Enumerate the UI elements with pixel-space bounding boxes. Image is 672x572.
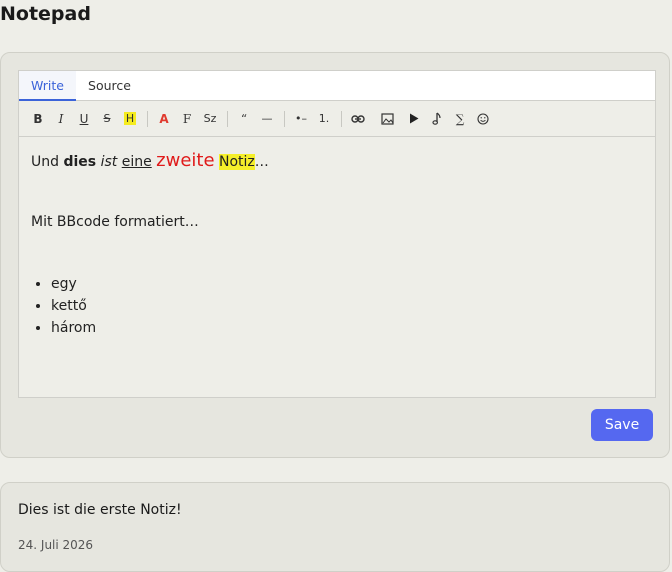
link-icon [351, 114, 365, 123]
list-item: kettő [51, 295, 643, 317]
image-icon [380, 112, 394, 125]
list-item: három [51, 317, 643, 339]
image-button[interactable] [376, 108, 398, 130]
music-note-icon [432, 112, 441, 125]
play-icon [410, 113, 419, 124]
editor-content[interactable]: Und dies ist eine zweite Notiz… Mit BBco… [19, 137, 655, 353]
text-color-button[interactable]: A [153, 108, 175, 130]
formula-button[interactable]: ∑ [449, 108, 471, 130]
formatting-toolbar: B I U S H A F Sz “ — •– 1. ∑ [19, 101, 655, 137]
video-button[interactable] [403, 108, 425, 130]
bullet-list-button[interactable]: •– [290, 108, 312, 130]
save-button[interactable]: Save [591, 409, 653, 441]
highlight-button[interactable]: H [119, 108, 141, 130]
toolbar-separator [284, 110, 285, 127]
font-size-button[interactable]: Sz [199, 108, 221, 130]
ordered-list-button[interactable]: 1. [313, 108, 335, 130]
quote-button[interactable]: “ [233, 108, 255, 130]
horizontal-rule-button[interactable]: — [256, 108, 278, 130]
italic-button[interactable]: I [50, 108, 72, 130]
note-date: 24. Juli 2026 [18, 538, 94, 552]
note-card: Dies ist die erste Notiz! 24. Juli 2026 [0, 482, 670, 572]
emoji-button[interactable] [472, 108, 494, 130]
list-item: egy [51, 273, 643, 295]
link-button[interactable] [347, 108, 369, 130]
bullet-list: egy kettő három [31, 273, 643, 339]
bold-button[interactable]: B [27, 108, 49, 130]
toolbar-separator [341, 110, 342, 127]
content-line: Und dies ist eine zweite Notiz… [31, 150, 269, 171]
tab-write[interactable]: Write [19, 71, 77, 101]
editor-tabs: Write Source [19, 71, 655, 101]
smiley-icon [477, 112, 489, 125]
font-family-button[interactable]: F [176, 108, 198, 130]
note-text: Dies ist die erste Notiz! [18, 502, 182, 518]
audio-button[interactable] [426, 108, 448, 130]
toolbar-separator [147, 110, 148, 127]
content-line: Mit BBcode formatiert… [31, 214, 199, 230]
toolbar-separator [227, 110, 228, 127]
page-title: Notepad [0, 3, 91, 25]
tab-source[interactable]: Source [76, 71, 143, 101]
editor: Write Source B I U S H A F Sz “ — •– 1. [18, 70, 656, 398]
underline-button[interactable]: U [73, 108, 95, 130]
editor-card: Write Source B I U S H A F Sz “ — •– 1. [0, 52, 670, 458]
highlight-icon: H [123, 112, 137, 125]
strikethrough-button[interactable]: S [96, 108, 118, 130]
